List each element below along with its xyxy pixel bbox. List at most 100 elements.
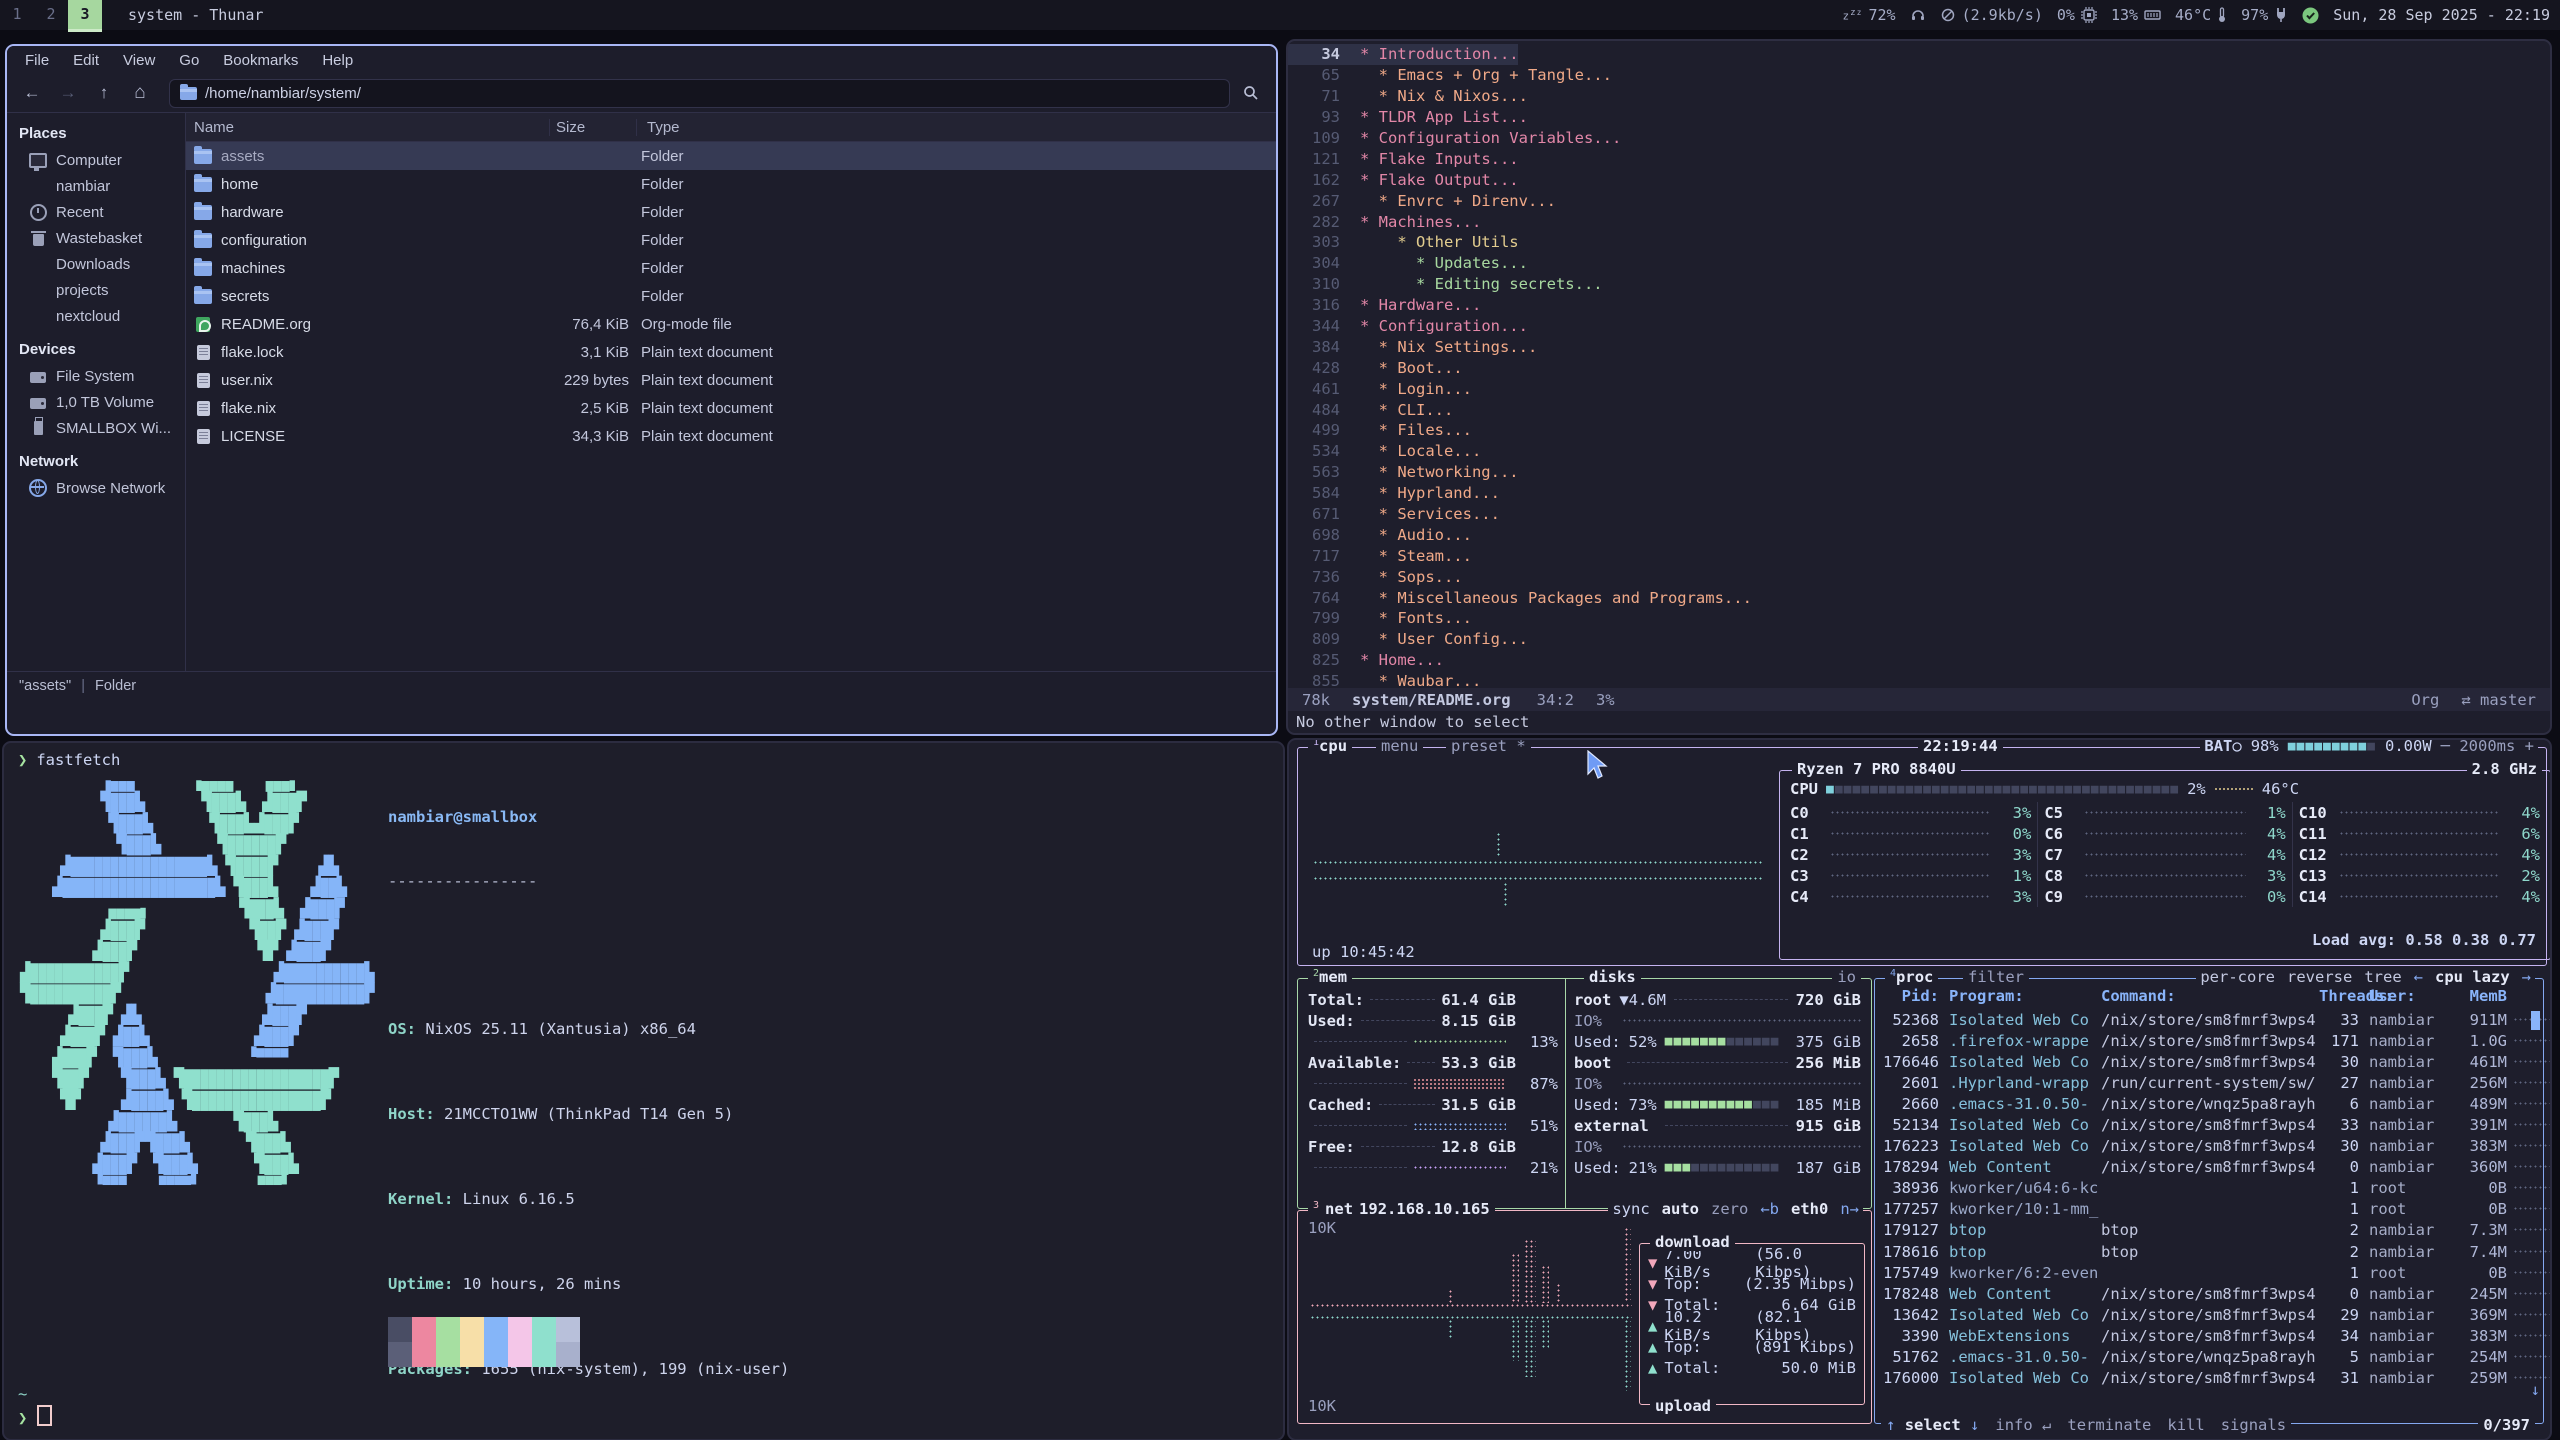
sidebar-item[interactable]: Computer (7, 147, 185, 173)
header-threads[interactable]: Threads: (2319, 987, 2359, 1007)
net-sync-button[interactable]: sync (1612, 1200, 1649, 1218)
up-button[interactable]: ↑ (89, 79, 119, 107)
header-pid[interactable]: Pid: (1881, 987, 1939, 1007)
process-row[interactable]: 178248 Web Content /nix/store/sm8fmrf3wp… (1881, 1283, 2537, 1304)
menu-item[interactable]: Edit (63, 50, 109, 71)
file-row[interactable]: LICENSE 34,3 KiB Plain text document (186, 422, 1276, 450)
process-row[interactable]: 2660 .emacs-31.0.50- /nix/store/wnqz5pa8… (1881, 1093, 2537, 1114)
process-row[interactable]: 179127 btop btop 2 nambiar 7.3M 0.0 (1881, 1220, 2537, 1241)
search-button[interactable] (1236, 79, 1266, 107)
back-button[interactable]: ← (17, 79, 47, 107)
proc-select-hint[interactable]: ↑ select ↓ (1886, 1416, 1979, 1434)
process-row[interactable]: 176646 Isolated Web Co /nix/store/sm8fmr… (1881, 1051, 2537, 1072)
menu-button[interactable]: menu (1376, 738, 1423, 755)
proc-tree-toggle[interactable]: tree (2364, 968, 2401, 986)
memory-module[interactable]: 13% (2111, 6, 2161, 24)
sidebar-item[interactable]: projects (7, 277, 185, 303)
proc-reverse-toggle[interactable]: reverse (2287, 968, 2352, 986)
audio-module[interactable] (1910, 7, 1926, 23)
header-mem[interactable]: MemB (2455, 987, 2507, 1007)
sidebar-item[interactable]: nambiar (7, 173, 185, 199)
mem-box-tab[interactable]: 2mem (1308, 968, 1352, 986)
buffer-name[interactable]: system/README.org (1352, 691, 1511, 709)
battery-module[interactable]: 97% (2241, 6, 2288, 24)
file-row[interactable]: home Folder (186, 170, 1276, 198)
sidebar-item[interactable]: Wastebasket (7, 225, 185, 251)
sidebar-item[interactable]: 1,0 TB Volume (7, 389, 185, 415)
network-module[interactable]: (2.9kb/s) (1940, 6, 2043, 24)
header-user[interactable]: User: (2359, 987, 2455, 1007)
proc-signals-button[interactable]: signals (2221, 1416, 2286, 1434)
process-row[interactable]: 52134 Isolated Web Co /nix/store/sm8fmrf… (1881, 1114, 2537, 1135)
temperature-module[interactable]: 46°C (2175, 6, 2227, 24)
sidebar-item[interactable]: Downloads (7, 251, 185, 277)
proc-filter-button[interactable]: filter (1963, 968, 2029, 986)
gpu-module[interactable]: 0% (2057, 6, 2097, 24)
sidebar-item[interactable]: SMALLBOX Wi... (7, 415, 185, 441)
process-row[interactable]: 2658 .firefox-wrappe /nix/store/sm8fmrf3… (1881, 1030, 2537, 1051)
sidebar-item[interactable]: nextcloud (7, 303, 185, 329)
process-row[interactable]: 3390 WebExtensions /nix/store/sm8fmrf3wp… (1881, 1325, 2537, 1346)
proc-kill-button[interactable]: kill (2167, 1416, 2204, 1434)
proc-percore-toggle[interactable]: per-core (2200, 968, 2275, 986)
file-row[interactable]: configuration Folder (186, 226, 1276, 254)
net-iface-next[interactable]: n→ (1840, 1200, 1859, 1218)
shell-new-prompt[interactable]: ~ ❯ (18, 1383, 52, 1429)
file-row[interactable]: user.nix 229 bytes Plain text document (186, 366, 1276, 394)
header-program[interactable]: Program: (1939, 987, 2101, 1007)
emacs-buffer[interactable]: 34 * Introduction... 65 * Emacs + Org + … (1288, 41, 2550, 688)
net-box-tab[interactable]: 3net192.168.10.165 (1308, 1200, 1495, 1218)
process-row[interactable]: 52368 Isolated Web Co /nix/store/sm8fmrf… (1881, 1009, 2537, 1030)
sidebar-item[interactable]: Browse Network (7, 475, 185, 501)
terminal-window[interactable]: ❯ fastfetch ▗▄▄▄ ▗▄▄▄▄ ▄▄▄▖ ▜███▙ ▜███▙ … (2, 741, 1285, 1440)
process-row[interactable]: 38936 kworker/u64:6-kc 1 root 0B 0.0 (1881, 1178, 2537, 1199)
git-branch[interactable]: ⇄ master (2461, 691, 2536, 709)
process-row[interactable]: 178616 btop btop 2 nambiar 7.4M 0.0 (1881, 1241, 2537, 1262)
process-row[interactable]: 2601 .Hyprland-wrapp /run/current-system… (1881, 1072, 2537, 1093)
file-row[interactable]: hardware Folder (186, 198, 1276, 226)
column-name[interactable]: Name (186, 119, 550, 136)
major-mode[interactable]: Org (2411, 691, 2439, 709)
file-row[interactable]: README.org 76,4 KiB Org-mode file (186, 310, 1276, 338)
net-auto-button[interactable]: auto (1662, 1200, 1699, 1218)
file-row[interactable]: secrets Folder (186, 282, 1276, 310)
process-row[interactable]: 51762 .emacs-31.0.50- /nix/store/wnqz5pa… (1881, 1347, 2537, 1368)
process-row[interactable]: 177257 kworker/10:1-mm_ 1 root 0B 0.0 (1881, 1199, 2537, 1220)
file-row[interactable]: assets Folder (186, 142, 1276, 170)
process-row[interactable]: 13642 Isolated Web Co /nix/store/sm8fmrf… (1881, 1304, 2537, 1325)
idle-module[interactable]: zzz72% (1843, 6, 1896, 24)
process-row[interactable]: 176223 Isolated Web Co /nix/store/sm8fmr… (1881, 1136, 2537, 1157)
sidebar-item[interactable]: Recent (7, 199, 185, 225)
menu-item[interactable]: Bookmarks (213, 50, 308, 71)
header-command[interactable]: Command: (2101, 987, 2319, 1007)
proc-terminate-button[interactable]: terminate (2067, 1416, 2151, 1434)
sidebar-item[interactable]: File System (7, 363, 185, 389)
path-bar[interactable]: /home/nambiar/system/ (169, 79, 1230, 108)
proc-scrollbar-thumb[interactable] (2531, 1011, 2540, 1030)
menu-item[interactable]: View (113, 50, 165, 71)
process-row[interactable]: 178294 Web Content /nix/store/sm8fmrf3wp… (1881, 1157, 2537, 1178)
column-type[interactable]: Type (637, 119, 680, 136)
workspace-button[interactable]: 1 (0, 0, 34, 29)
proc-info-button[interactable]: info ↵ (1995, 1416, 2051, 1434)
proc-sort-next[interactable]: → (2522, 968, 2531, 986)
proc-sort-prev[interactable]: ← (2414, 968, 2423, 986)
net-zero-button[interactable]: zero (1711, 1200, 1748, 1218)
file-row[interactable]: machines Folder (186, 254, 1276, 282)
process-row[interactable]: 176000 Isolated Web Co /nix/store/sm8fmr… (1881, 1368, 2537, 1389)
updates-module[interactable] (2302, 7, 2319, 24)
menu-item[interactable]: File (15, 50, 59, 71)
file-row[interactable]: flake.lock 3,1 KiB Plain text document (186, 338, 1276, 366)
workspace-button[interactable]: 2 (34, 0, 68, 29)
column-size[interactable]: Size (550, 119, 637, 136)
preset-button[interactable]: preset * (1446, 738, 1531, 755)
workspace-button[interactable]: 3 (68, 0, 102, 32)
cpu-box-tab[interactable]: 1cpu (1308, 738, 1352, 755)
menu-item[interactable]: Go (169, 50, 209, 71)
menu-item[interactable]: Help (312, 50, 363, 71)
home-button[interactable]: ⌂ (125, 79, 155, 107)
scroll-down-indicator[interactable]: ↓ (2531, 1381, 2540, 1399)
process-row[interactable]: 175749 kworker/6:2-even 1 root 0B 0.0 (1881, 1262, 2537, 1283)
disks-label[interactable]: disks (1584, 968, 1641, 986)
clock-module[interactable]: Sun, 28 Sep 2025 - 22:19 (2333, 6, 2550, 24)
